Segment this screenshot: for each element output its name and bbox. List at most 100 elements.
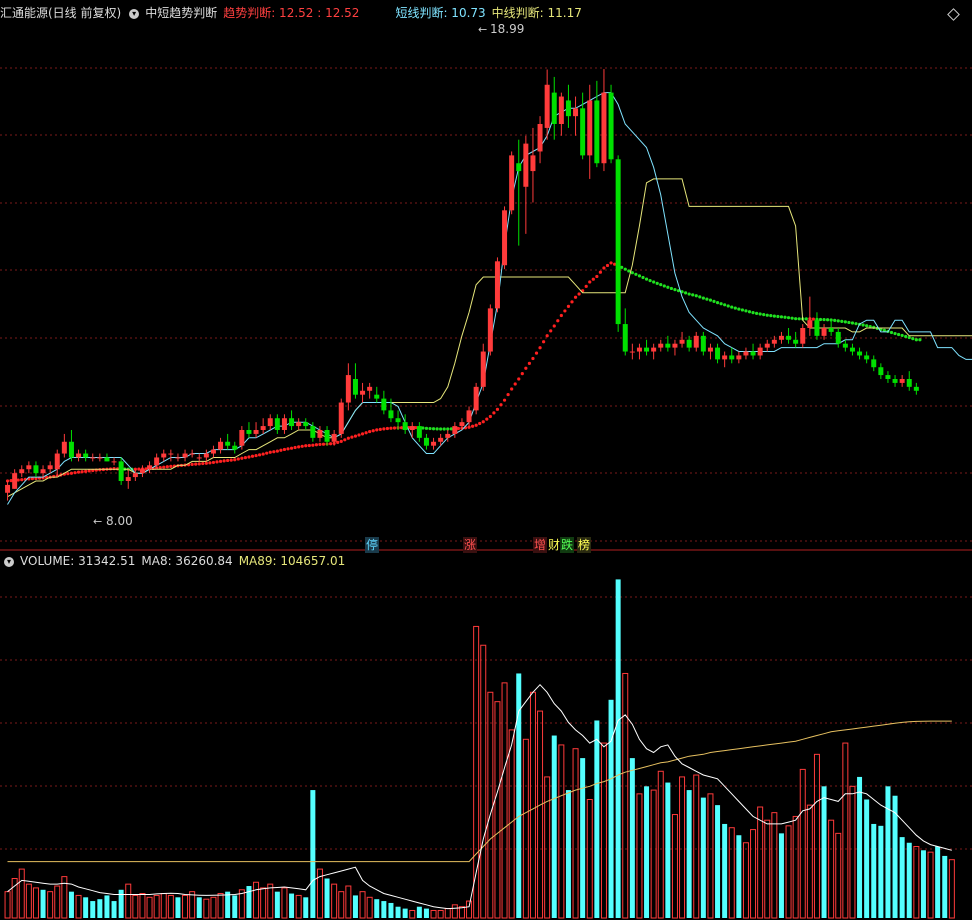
candle-body: [40, 469, 46, 474]
volume-bar: [942, 855, 948, 918]
candle-body: [537, 124, 543, 152]
volume-menu-icon[interactable]: ▾: [4, 556, 14, 567]
trend-dot: [669, 286, 674, 291]
candle-body: [686, 339, 692, 348]
panel-maximize-icon[interactable]: [947, 8, 960, 21]
volume-bar: [913, 846, 920, 919]
candle-body: [61, 441, 67, 454]
candle-body: [608, 92, 614, 160]
trend-dot: [286, 447, 290, 451]
candle-body: [274, 418, 280, 430]
volume-bar: [182, 894, 189, 919]
signal-badge[interactable]: 涨: [463, 537, 478, 553]
trend-dot: [751, 311, 755, 315]
trend-dot: [907, 335, 911, 340]
volume-bar: [25, 883, 32, 919]
volume-bar: [437, 909, 444, 919]
indicator-name[interactable]: 中短趋势判断: [145, 6, 217, 20]
volume-bar: [225, 891, 231, 918]
ma8-series: [7, 683, 952, 910]
trend-dot: [701, 296, 705, 300]
candle-body: [757, 347, 763, 356]
trend-dot: [559, 313, 563, 318]
volume-bar: [175, 897, 181, 918]
indicator-menu-icon[interactable]: ▾: [129, 8, 140, 19]
volume-bar: [4, 891, 11, 919]
candle-body: [239, 430, 245, 446]
volume-bar: [381, 901, 387, 918]
trend-dot: [112, 467, 116, 471]
candle-body: [480, 351, 486, 387]
volume-bar: [68, 891, 74, 918]
ma89-series: [7, 720, 952, 863]
volume-bar: [146, 896, 153, 919]
ma89-value: MA89: 104657.01: [238, 554, 346, 568]
trend-dot: [502, 398, 507, 402]
trend-dot: [747, 310, 752, 314]
trend-dot: [687, 292, 691, 296]
trend-dot: [627, 269, 631, 273]
volume-bar: [586, 798, 593, 919]
candle-body: [210, 449, 216, 454]
trend-dot: [392, 426, 397, 430]
volume-bar: [466, 900, 473, 919]
volume-bar: [160, 893, 167, 919]
candle-body: [203, 453, 209, 458]
trend-dot: [76, 470, 81, 474]
candle-body: [303, 422, 309, 427]
trend-dot: [254, 453, 258, 458]
volume-bar: [487, 691, 494, 919]
signal-badge[interactable]: 榜: [577, 537, 592, 553]
trend-dot: [247, 455, 251, 459]
volume-bar: [813, 753, 820, 919]
volume-bar: [835, 832, 842, 919]
candle-body: [558, 96, 564, 124]
volume-bar: [580, 758, 586, 918]
trend-dot: [588, 280, 592, 284]
candle-body: [565, 100, 571, 117]
volume-bar: [303, 897, 309, 918]
trend-dot: [229, 458, 233, 462]
candle-body: [147, 465, 153, 470]
volume-bar: [253, 881, 260, 919]
volume-bar: [715, 805, 721, 918]
candle-body: [594, 100, 600, 164]
volume-bar: [274, 891, 280, 918]
candle-body: [111, 461, 117, 463]
volume-bar: [54, 885, 61, 919]
trend-dot: [609, 261, 613, 265]
signal-badge[interactable]: 跌: [560, 537, 575, 553]
candle-body: [182, 453, 188, 458]
volume-bar: [736, 835, 742, 918]
trend-dot: [385, 426, 389, 431]
trend-dot: [69, 471, 74, 475]
trend-dot: [630, 271, 634, 275]
volume-bar: [32, 887, 39, 919]
high-arrow: ←: [478, 23, 487, 36]
volume-bar: [139, 893, 146, 919]
signal-badge[interactable]: 财: [547, 537, 562, 553]
trend-dot: [293, 445, 297, 450]
volume-bar: [885, 786, 891, 918]
trend-dot: [368, 429, 372, 434]
candle-body: [707, 347, 713, 352]
candle-body: [729, 355, 735, 360]
trend-dot: [797, 317, 801, 321]
candle-body: [906, 379, 912, 387]
signal-badge[interactable]: 停: [365, 537, 380, 553]
trend-dot: [673, 288, 677, 292]
volume-bar: [615, 579, 621, 918]
trend-dot: [339, 439, 343, 443]
trend-dots: [5, 261, 922, 483]
trend-dot: [705, 297, 709, 301]
candle-body: [360, 390, 366, 395]
signal-badge[interactable]: 增: [533, 537, 548, 553]
trend-dot: [517, 377, 521, 381]
volume-bar: [622, 672, 629, 919]
volume-bar: [458, 906, 465, 919]
candle-body: [331, 433, 337, 442]
candle-body: [835, 331, 841, 344]
candle-body: [90, 457, 96, 459]
volume-bar: [671, 814, 678, 919]
candle-body: [54, 453, 60, 470]
